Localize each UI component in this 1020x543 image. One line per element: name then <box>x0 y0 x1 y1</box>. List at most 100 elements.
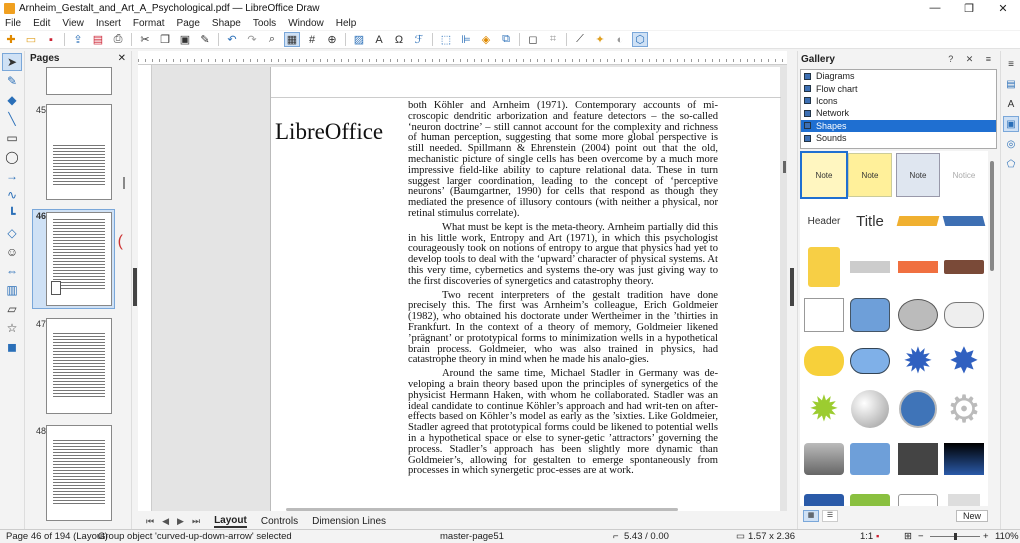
gallery-shape-banner-brown[interactable] <box>942 245 986 289</box>
tab-layout[interactable]: Layout <box>214 515 247 528</box>
special-character-icon[interactable]: Ω <box>392 33 406 46</box>
gallery-shapes-grid[interactable]: Note Note Note Notice Header Title ✹ ✸ ✹… <box>800 151 988 506</box>
menu-help[interactable]: Help <box>336 18 357 29</box>
sidebar-menu-icon[interactable]: ≡ <box>1004 57 1018 71</box>
maximize-button[interactable]: ❐ <box>952 0 986 16</box>
gallery-theme-list[interactable]: Diagrams Flow chart Icons Network Shapes… <box>800 69 997 149</box>
shapes-icon[interactable]: ⬠ <box>1004 157 1018 171</box>
libreoffice-logo-text[interactable]: LibreOffice <box>275 119 383 145</box>
styles-icon[interactable]: A <box>1004 97 1018 111</box>
gallery-shape-button-green[interactable] <box>848 481 892 506</box>
select-three-objects-icon[interactable]: ⧉ <box>499 33 513 46</box>
gallery-shape-circle-gray[interactable] <box>848 387 892 431</box>
glue-icon[interactable]: ✦ <box>593 33 607 46</box>
close-button[interactable]: ✕ <box>986 0 1020 16</box>
gallery-shape-header[interactable]: Header <box>802 199 846 243</box>
pages-scrollbar[interactable] <box>123 177 125 189</box>
first-page-icon[interactable]: ⏮ <box>146 516 154 527</box>
ellipse-icon[interactable]: ◯ <box>3 149 21 165</box>
gallery-shape-ribbon-blue[interactable] <box>942 199 986 243</box>
block-arrows-icon[interactable]: ⇔ <box>3 263 21 279</box>
menu-insert[interactable]: Insert <box>96 18 121 29</box>
page-thumbnail-46[interactable]: ( <box>46 212 123 306</box>
gallery-shape-note-yellow[interactable]: Note <box>848 153 892 197</box>
symbol-shapes-icon[interactable]: ☺ <box>3 244 21 260</box>
gallery-shape-ribbon-orange[interactable] <box>896 199 940 243</box>
fill-color-icon[interactable]: ◆ <box>3 92 21 108</box>
gallery-shape-note-gray[interactable]: Note <box>896 153 940 197</box>
gallery-shape-tile-navy[interactable] <box>942 437 986 481</box>
theme-item-shapes[interactable]: Shapes <box>801 119 996 132</box>
print-icon[interactable]: ⎙ <box>111 33 125 46</box>
gallery-header-icons[interactable]: ? ✕ ≡ <box>948 54 996 65</box>
line-color-icon[interactable]: ✎ <box>3 73 21 89</box>
zoom-icon[interactable]: ⊕ <box>325 33 339 46</box>
gallery-shape-cloud-yellow[interactable] <box>802 339 846 383</box>
document-page[interactable]: LibreOffice both Köhler and Arnheim (197… <box>270 67 781 511</box>
fit-page-icon[interactable]: ⊞ <box>904 530 912 543</box>
gallery-shape-banner-orange[interactable] <box>896 245 940 289</box>
find-icon[interactable]: ⌕ <box>265 33 279 46</box>
pages-panel-splitter[interactable] <box>133 268 137 306</box>
gallery-shape-burst-green[interactable]: ✹ <box>802 387 846 431</box>
open-icon[interactable]: ▭ <box>24 33 38 46</box>
snap-grid-icon[interactable]: ▦ <box>284 32 300 47</box>
gallery-shape-tile-gray[interactable] <box>802 437 846 481</box>
menu-edit[interactable]: Edit <box>33 18 50 29</box>
callouts-icon[interactable]: ▱ <box>3 301 21 317</box>
toggle-extrusion-icon[interactable]: ◐ <box>613 33 627 46</box>
menu-window[interactable]: Window <box>288 18 324 29</box>
page-thumbnail-45[interactable] <box>46 104 112 200</box>
new-theme-button[interactable]: New <box>956 510 989 522</box>
gallery-shape-button-gray[interactable] <box>942 481 986 506</box>
arrange-icon[interactable]: ◈ <box>479 33 493 46</box>
undo-icon[interactable]: ↶ <box>225 33 239 46</box>
page-thumbnail-47[interactable] <box>46 318 112 414</box>
page-thumbnail-48[interactable] <box>46 425 112 521</box>
page-body-text[interactable]: both Köhler and Arnheim (1971). Contempo… <box>408 100 718 480</box>
gallery-splitter[interactable] <box>790 268 794 306</box>
menu-tools[interactable]: Tools <box>253 18 276 29</box>
horizontal-ruler[interactable] <box>138 51 787 65</box>
gallery-shape-button-blue[interactable] <box>802 481 846 506</box>
status-page[interactable]: Page 46 of 194 (Layout) <box>6 530 108 543</box>
previous-page-icon[interactable]: ◀ <box>162 516 169 527</box>
status-master-page[interactable]: master-page51 <box>440 530 504 543</box>
gallery-shape-tile-dark[interactable] <box>896 437 940 481</box>
zoom-slider-handle[interactable] <box>954 533 957 540</box>
page-thumbnail-44[interactable] <box>46 67 112 95</box>
gallery-scrollbar[interactable] <box>990 161 994 271</box>
image-icon[interactable]: ▨ <box>352 33 366 46</box>
redo-icon[interactable]: ↷ <box>245 33 259 46</box>
gallery-shape-note-blue[interactable]: Note <box>800 151 848 199</box>
export-icon[interactable]: ⇪ <box>71 33 85 46</box>
flowchart-icon[interactable]: ▥ <box>3 282 21 298</box>
status-zoom[interactable]: 110% <box>995 530 1019 543</box>
theme-item-icons[interactable]: Icons <box>801 95 996 107</box>
cut-icon[interactable]: ✂ <box>138 33 152 46</box>
gallery-shape-title[interactable]: Title <box>848 199 892 243</box>
gallery-shape-callout-cloud[interactable] <box>942 293 986 337</box>
next-page-icon[interactable]: ▶ <box>177 516 184 527</box>
shadow-icon[interactable]: ◻ <box>526 33 540 46</box>
tab-controls[interactable]: Controls <box>261 516 298 527</box>
close-icon[interactable]: ✕ <box>118 53 126 64</box>
paste-icon[interactable]: ▣ <box>178 33 192 46</box>
lines-arrows-icon[interactable]: → <box>3 168 21 184</box>
transform-icon[interactable]: ⬚ <box>439 33 453 46</box>
fontwork-icon[interactable]: ℱ <box>412 33 426 46</box>
copy-icon[interactable]: ❐ <box>158 33 172 46</box>
rectangle-icon[interactable]: ▭ <box>3 130 21 146</box>
gallery-shape-cloud-blue[interactable] <box>848 339 892 383</box>
last-page-icon[interactable]: ⏭ <box>192 516 200 527</box>
detailed-view-icon[interactable]: ☰ <box>822 510 838 522</box>
canvas-horizontal-scrollbar[interactable] <box>286 508 678 511</box>
gallery-shape-callout-gray-oval[interactable] <box>896 293 940 337</box>
theme-item-network[interactable]: Network <box>801 107 996 119</box>
curves-icon[interactable]: ∿ <box>3 187 21 203</box>
vertical-ruler[interactable] <box>138 65 152 511</box>
menu-file[interactable]: File <box>5 18 21 29</box>
stars-icon[interactable]: ☆ <box>3 320 21 336</box>
points-icon[interactable]: ⟋ <box>573 33 587 46</box>
gallery-shape-gear[interactable]: ⚙ <box>942 387 986 431</box>
